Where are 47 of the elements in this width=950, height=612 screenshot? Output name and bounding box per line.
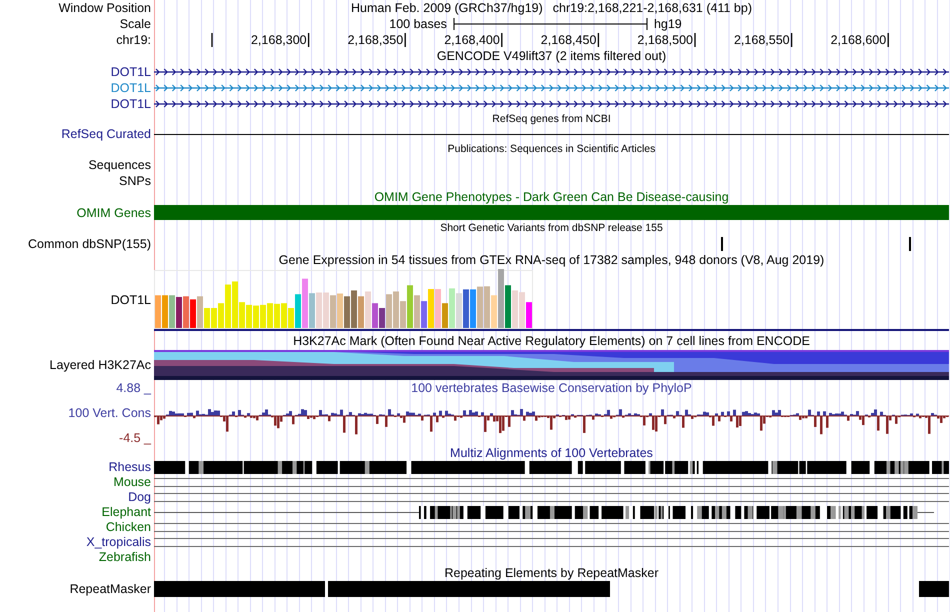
ruler-label: 2,168,300: [250, 34, 307, 46]
ruler-label: 2,168,500: [637, 34, 693, 46]
track-title: 100 vertebrates Basewise Conservation by PhyloP: [411, 382, 692, 394]
track-title: RefSeq genes from NCBI: [492, 114, 611, 125]
ruler-label: 2,168,600: [830, 34, 886, 46]
track-label: DOT1L: [110, 82, 151, 94]
track-title: GENCODE V49lift37 (2 items filtered out): [436, 50, 666, 62]
track-label: Window Position: [58, 2, 151, 14]
scale-text: 100 bases: [389, 18, 447, 30]
track-label: OMIM Genes: [76, 206, 151, 220]
variant-mark: [909, 237, 911, 251]
ruler-label: 2,168,450: [540, 34, 596, 46]
track-label: chr19:: [116, 34, 151, 46]
track-label: DOT1L: [110, 294, 151, 306]
track-label: RefSeq Curated: [61, 128, 151, 141]
track-title: Gene Expression in 54 tissues from GTEx RNA-seq of 17382 samples, 948 donors (V8, Aug 2019): [278, 254, 824, 266]
assembly-label: hg19: [654, 18, 682, 30]
track-label: X_tropicalis: [86, 536, 151, 549]
track-label: SNPs: [119, 174, 151, 188]
track-label: Sequences: [88, 158, 151, 172]
track-label: Zebrafish: [98, 551, 151, 564]
axis-max-label: 4.88 _: [116, 382, 151, 394]
track-label: DOT1L: [110, 66, 151, 78]
assembly-title: Human Feb. 2009 (GRCh37/hg19): [350, 2, 543, 14]
ruler-label: 2,168,400: [444, 34, 500, 46]
track-label: 100 Vert. Cons: [68, 406, 151, 420]
track-label: Chicken: [106, 521, 151, 534]
axis-min-label: -4.5 _: [119, 432, 151, 444]
ruler-label: 2,168,550: [734, 34, 790, 46]
track-label: Scale: [120, 18, 151, 30]
track-title: H3K27Ac Mark (Often Found Near Active Regulatory Elements) on 7 cell lines from ENCODE: [293, 334, 810, 348]
track-label: Elephant: [102, 506, 151, 519]
variant-mark: [721, 237, 723, 251]
track-label: DOT1L: [110, 98, 151, 110]
track-label: Dog: [128, 491, 151, 504]
track-label: RepeatMasker: [70, 582, 151, 596]
track-label: Layered H3K27Ac: [50, 358, 151, 372]
track-label: Common dbSNP(155): [28, 238, 151, 250]
ruler-label: 2,168,350: [348, 34, 404, 46]
track-title: Short Genetic Variants from dbSNP release 155: [440, 223, 663, 234]
track-title: Publications: Sequences in Scientific Articles: [448, 144, 656, 155]
track-label: Rhesus: [108, 461, 151, 474]
track-title: Repeating Elements by RepeatMasker: [444, 566, 658, 580]
track-label: Mouse: [113, 476, 151, 489]
track-title: Multiz Alignments of 100 Vertebrates: [450, 446, 653, 460]
position-title: chr19:2,168,221-2,168,631 (411 bp): [552, 2, 752, 14]
track-title: OMIM Gene Phenotypes - Dark Green Can Be Disease-causing: [374, 190, 729, 204]
